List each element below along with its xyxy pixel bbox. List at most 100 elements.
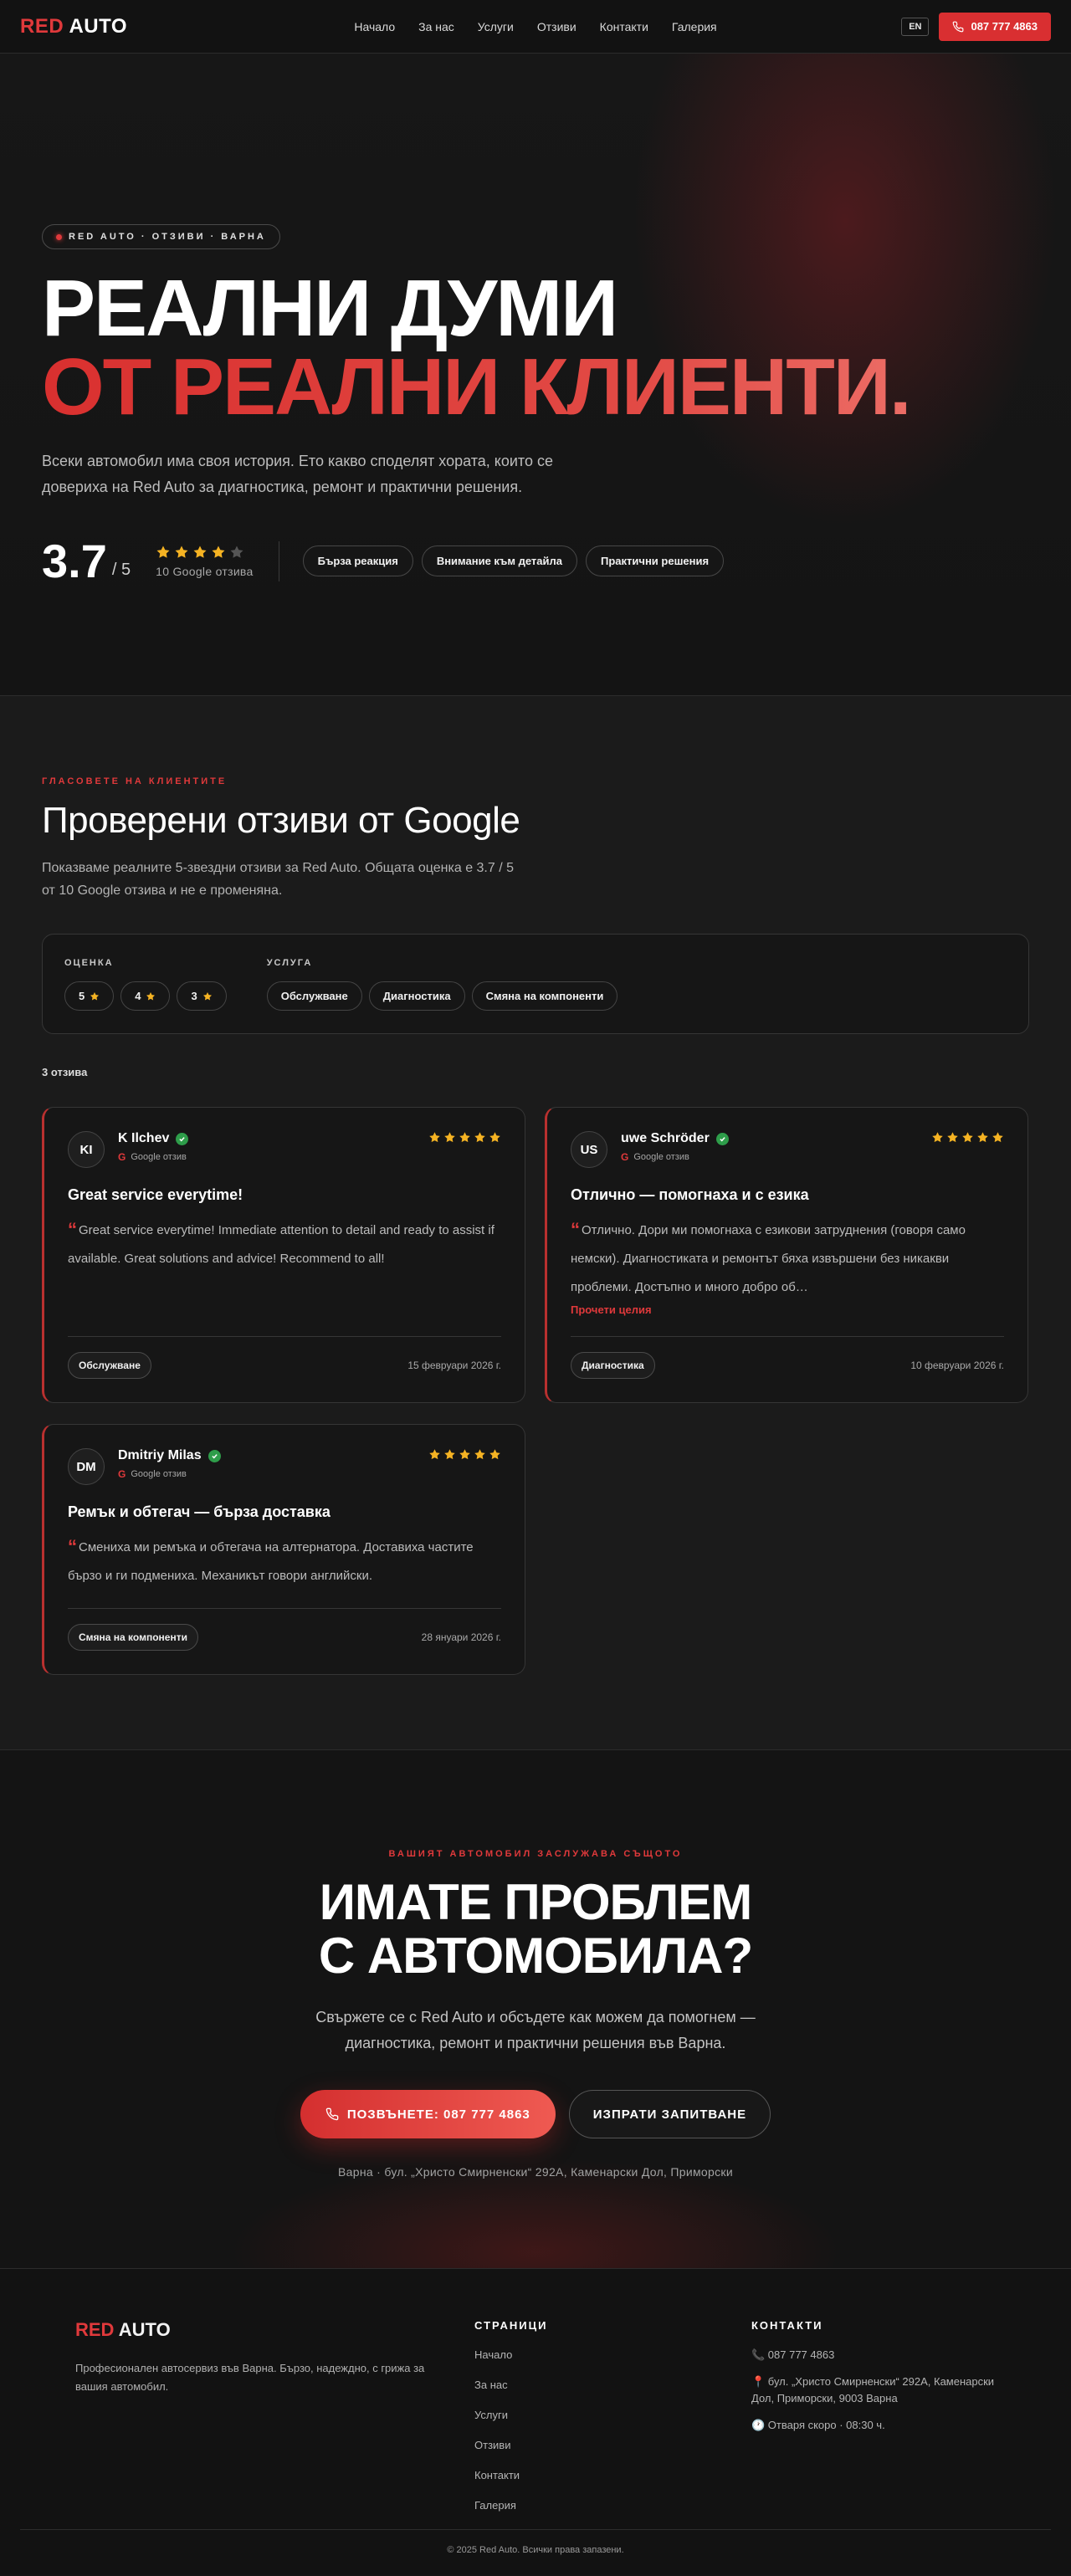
review-service-tag: Смяна на компоненти bbox=[68, 1624, 198, 1651]
review-card: US uwe Schröder G Google отзив Отлично —… bbox=[545, 1107, 1028, 1403]
cta-request-button[interactable]: ИЗПРАТИ ЗАПИТВАНЕ bbox=[568, 2090, 771, 2138]
footer-description: Професионален автосервиз във Варна. Бърз… bbox=[75, 2362, 425, 2393]
footer-brand: RED AUTO Професионален автосервиз във Ва… bbox=[75, 2319, 435, 2396]
filter-service-diagnostics[interactable]: Диагностика bbox=[368, 981, 465, 1011]
footer-phone[interactable]: 📞 087 777 4863 bbox=[751, 2347, 1002, 2363]
phone-icon bbox=[953, 21, 964, 32]
cta-call-button[interactable]: ПОЗВЪНЕТЕ: 087 777 4863 bbox=[300, 2090, 556, 2138]
rating-scale: / 5 bbox=[111, 561, 131, 579]
star-icon bbox=[212, 545, 225, 558]
footer-contacts: КОНТАКТИ 📞 087 777 4863 📍 бул. „Христо С… bbox=[751, 2319, 1002, 2444]
review-card: KI K Ilchev G Google отзив Great service… bbox=[42, 1107, 525, 1403]
service-filter-label: УСЛУГА bbox=[266, 958, 313, 968]
footer-link-home[interactable]: Начало bbox=[474, 2347, 548, 2363]
cta-title-line1: ИМАТЕ ПРОБЛЕМ bbox=[319, 1874, 753, 1930]
cta-section: ВАШИЯТ АВТОМОБИЛ ЗАСЛУЖАВА СЪЩОТО ИМАТЕ … bbox=[0, 1750, 1071, 2269]
avatar: KI bbox=[68, 1131, 105, 1168]
reviewer-name-row: K Ilchev bbox=[118, 1131, 189, 1146]
top-navigation: RED AUTO Начало За нас Услуги Отзиви Кон… bbox=[0, 0, 1071, 54]
footer-link-services[interactable]: Услуги bbox=[474, 2407, 548, 2424]
review-stars bbox=[428, 1131, 501, 1144]
star-icon bbox=[429, 1132, 440, 1143]
hero-title-line2: ОТ РЕАЛНИ КЛИЕНТИ. bbox=[42, 347, 1029, 428]
hero-title-line1: РЕАЛНИ ДУМИ bbox=[42, 264, 618, 353]
review-card-header: US uwe Schröder G Google отзив bbox=[571, 1131, 1004, 1168]
pulse-dot-icon bbox=[56, 233, 62, 240]
nav-link-about[interactable]: За нас bbox=[418, 20, 454, 33]
filter-rating-value: 5 bbox=[79, 990, 85, 1002]
cta-eyebrow: ВАШИЯТ АВТОМОБИЛ ЗАСЛУЖАВА СЪЩОТО bbox=[388, 1849, 683, 1859]
footer-link-gallery[interactable]: Галерия bbox=[474, 2497, 548, 2514]
star-icon bbox=[146, 991, 156, 1000]
verified-check-icon bbox=[208, 1449, 221, 1462]
review-card-header: DM Dmitriy Milas G Google отзив bbox=[68, 1448, 501, 1485]
language-switch[interactable]: EN bbox=[901, 17, 930, 36]
logo-white-word: AUTO bbox=[69, 14, 128, 38]
review-card-footer: Смяна на компоненти 28 януари 2026 г. bbox=[68, 1608, 501, 1651]
filter-rating-4[interactable]: 4 bbox=[120, 981, 171, 1011]
review-source: G Google отзив bbox=[118, 1468, 221, 1480]
rating-stars-block: 10 Google отзива bbox=[156, 545, 254, 578]
review-card-footer: Диагностика 10 февруари 2026 г. bbox=[571, 1336, 1004, 1379]
filter-service-maintenance[interactable]: Обслужване bbox=[266, 981, 362, 1011]
rating-filter-chips: 5 4 3 bbox=[64, 981, 227, 1011]
footer-link-contacts[interactable]: Контакти bbox=[474, 2467, 548, 2484]
star-icon bbox=[962, 1132, 973, 1143]
nav-link-contacts[interactable]: Контакти bbox=[600, 20, 648, 33]
filter-rating-5[interactable]: 5 bbox=[64, 981, 115, 1011]
nav-actions: EN 087 777 4863 bbox=[901, 12, 1051, 41]
star-icon bbox=[932, 1132, 943, 1143]
reviews-eyebrow: ГЛАСОВЕТЕ НА КЛИЕНТИТЕ bbox=[42, 776, 228, 786]
hero-tag: RED AUTO · ОТЗИВИ · ВАРНА bbox=[42, 224, 280, 249]
filter-rating-3[interactable]: 3 bbox=[177, 981, 227, 1011]
cta-buttons: ПОЗВЪНЕТЕ: 087 777 4863 ИЗПРАТИ ЗАПИТВАН… bbox=[0, 2090, 1071, 2138]
hero-chip-attention-to-detail: Внимание към детайла bbox=[421, 545, 578, 576]
footer-divider bbox=[20, 2529, 1051, 2530]
hero-chip-practical-solutions: Практични решения bbox=[586, 545, 725, 576]
reviewer-name: uwe Schröder bbox=[621, 1131, 710, 1145]
header-call-button[interactable]: 087 777 4863 bbox=[939, 12, 1051, 41]
read-more-link[interactable]: Прочети целия bbox=[571, 1303, 1004, 1316]
nav-links: Начало За нас Услуги Отзиви Контакти Гал… bbox=[354, 20, 716, 33]
footer-logo-white-word: AUTO bbox=[118, 2319, 171, 2340]
star-icon bbox=[90, 991, 100, 1000]
star-icon bbox=[429, 1449, 440, 1460]
star-icon bbox=[202, 991, 212, 1000]
footer-link-about[interactable]: За нас bbox=[474, 2377, 548, 2394]
star-icon bbox=[459, 1449, 470, 1460]
review-service-tag: Диагностика bbox=[571, 1352, 655, 1379]
nav-link-reviews[interactable]: Отзиви bbox=[537, 20, 576, 33]
google-g-icon: G bbox=[118, 1151, 126, 1163]
verified-check-icon bbox=[176, 1132, 189, 1145]
review-body: “Отлично. Дори ми помогнаха с езикови за… bbox=[571, 1216, 1004, 1302]
nav-link-gallery[interactable]: Галерия bbox=[672, 20, 717, 33]
review-text: Отлично. Дори ми помогнаха с езикови зат… bbox=[571, 1223, 966, 1294]
cta-title: ИМАТЕ ПРОБЛЕМ С АВТОМОБИЛА? bbox=[0, 1876, 1071, 1983]
review-source: G Google отзив bbox=[621, 1151, 729, 1163]
review-body: “Great service everytime! Immediate atte… bbox=[68, 1216, 501, 1273]
service-filter-chips: Обслужване Диагностика Смяна на компонен… bbox=[266, 981, 618, 1011]
review-service-tag: Обслужване bbox=[68, 1352, 151, 1379]
filter-service-components[interactable]: Смяна на компоненти bbox=[471, 981, 618, 1011]
footer-address: 📍 бул. „Христо Смирненски“ 292А, Каменар… bbox=[751, 2375, 995, 2404]
google-g-icon: G bbox=[621, 1151, 629, 1163]
reviews-count: 3 отзива bbox=[42, 1066, 88, 1078]
footer-hours: 🕐 Отваря скоро · 08:30 ч. bbox=[751, 2419, 885, 2431]
review-source-label: Google отзив bbox=[633, 1152, 689, 1162]
brand-logo[interactable]: RED AUTO bbox=[20, 15, 127, 38]
hero-lead: Всеки автомобил има своя история. Ето ка… bbox=[42, 453, 553, 495]
review-title: Ремък и обтегач — бърза доставка bbox=[68, 1503, 331, 1520]
review-date: 10 февруари 2026 г. bbox=[910, 1360, 1004, 1371]
footer-pages-list: Начало За нас Услуги Отзиви Контакти Гал… bbox=[474, 2347, 548, 2514]
logo-red-word: RED bbox=[20, 14, 64, 38]
review-card-footer: Обслужване 15 февруари 2026 г. bbox=[68, 1336, 501, 1379]
nav-link-services[interactable]: Услуги bbox=[478, 20, 514, 33]
reviewer-name: Dmitriy Milas bbox=[118, 1448, 202, 1462]
review-card-header: KI K Ilchev G Google отзив bbox=[68, 1131, 501, 1168]
footer-logo[interactable]: RED AUTO bbox=[75, 2319, 435, 2341]
star-icon bbox=[459, 1132, 470, 1143]
filter-rating-value: 3 bbox=[191, 990, 197, 1002]
footer-link-reviews[interactable]: Отзиви bbox=[474, 2437, 548, 2454]
nav-link-home[interactable]: Начало bbox=[354, 20, 395, 33]
star-icon bbox=[992, 1132, 1003, 1143]
